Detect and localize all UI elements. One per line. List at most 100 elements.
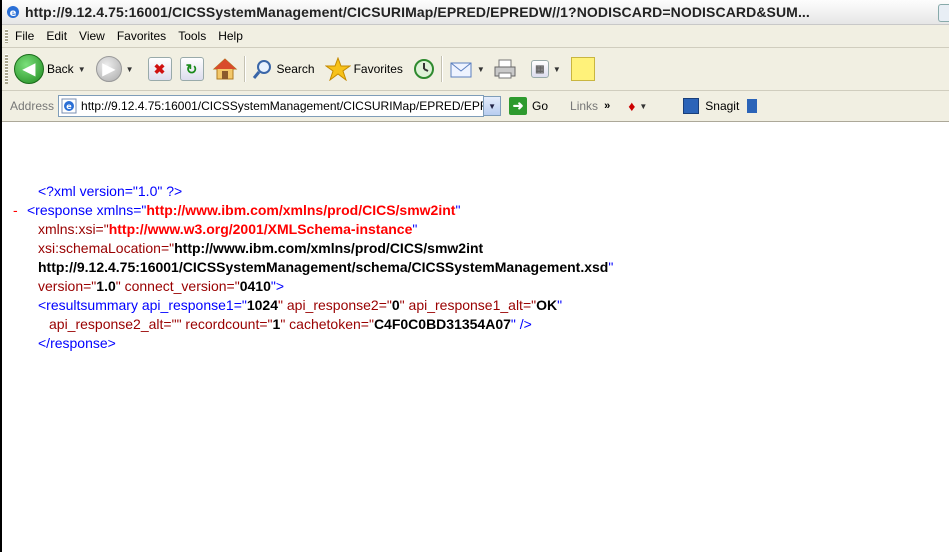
address-bar: Address e http://9.12.4.75:16001/CICSSys… [2, 91, 949, 122]
address-input[interactable]: e http://9.12.4.75:16001/CICSSystemManag… [58, 95, 485, 117]
title-bar: e http://9.12.4.75:16001/CICSSystemManag… [2, 0, 949, 25]
back-dropdown-icon[interactable]: ▼ [78, 65, 86, 74]
home-icon [212, 58, 237, 80]
ie-icon: e [7, 6, 19, 19]
address-label: Address [10, 99, 55, 113]
star-icon [324, 57, 351, 81]
edit-page-icon: ▦ [530, 60, 549, 78]
edit-button[interactable]: ▦ ▼ [530, 60, 561, 78]
search-button[interactable]: Search [252, 58, 315, 80]
xml-token: " api_response1_alt=" [399, 297, 537, 313]
forward-dropdown-icon[interactable]: ▼ [126, 65, 134, 74]
search-icon [252, 60, 271, 79]
menu-favorites[interactable]: Favorites [117, 29, 166, 43]
go-arrow-icon[interactable]: ➜ [509, 97, 528, 115]
xml-token: " /> [510, 316, 532, 332]
xml-schema-url: http://9.12.4.75:16001/CICSSystemManagem… [38, 259, 609, 275]
mail-dropdown-icon[interactable]: ▼ [477, 65, 485, 74]
xml-api-response1-alt-value: OK [536, 297, 558, 313]
xml-token: version=" [38, 278, 97, 294]
toolbar-grip [5, 54, 8, 84]
svg-text:e: e [66, 102, 72, 111]
xml-xsi-value: http://www.w3.org/2001/XMLSchema-instanc… [108, 221, 413, 237]
back-label: Back [47, 62, 74, 76]
forward-arrow-icon: ▶ [95, 56, 122, 82]
history-icon [413, 59, 434, 79]
xml-token: <resultsummary api_response1=" [38, 297, 247, 313]
toolbar-grip [5, 29, 8, 43]
browser-window: e http://9.12.4.75:16001/CICSSystemManag… [0, 0, 949, 552]
window-title: http://9.12.4.75:16001/CICSSystemManagem… [25, 4, 810, 20]
go-button[interactable]: Go [532, 99, 548, 113]
xml-token: <response xmlns=" [27, 202, 147, 218]
snagit-icon[interactable] [683, 98, 700, 114]
printer-icon [494, 59, 516, 79]
xml-token: api_response2_alt="" recordcount=" [49, 316, 273, 332]
refresh-icon: ↻ [179, 57, 204, 81]
xml-token: " [608, 259, 614, 275]
edit-dropdown-icon[interactable]: ▼ [553, 65, 561, 74]
xml-version-line: version="1.0" connect_version="0410"> [38, 277, 284, 296]
xml-namespace-value: http://www.ibm.com/xmlns/prod/CICS/smw2i… [146, 202, 456, 218]
print-button[interactable] [493, 58, 517, 80]
back-button[interactable]: ◀ Back ▼ [14, 54, 86, 84]
refresh-button[interactable]: ↻ [179, 57, 204, 81]
back-arrow-icon: ◀ [14, 54, 44, 84]
acrobat-icon[interactable]: ♦ [628, 98, 635, 114]
address-value: http://9.12.4.75:16001/CICSSystemManagem… [81, 99, 485, 113]
stop-button[interactable]: ✖ [147, 57, 172, 81]
mail-icon [450, 62, 472, 78]
xml-version-value: 1.0 [96, 278, 116, 294]
xml-content: <?xml version="1.0" ?> - <response xmlns… [2, 122, 949, 552]
history-button[interactable] [413, 58, 435, 80]
xml-token: " connect_version=" [115, 278, 240, 294]
xml-declaration: <?xml version="1.0" ?> [38, 183, 183, 199]
mail-button[interactable]: ▼ [449, 58, 485, 80]
chevron-right-icon[interactable]: » [604, 100, 610, 112]
xml-cachetoken-value: C4F0C0BD31354A07 [373, 316, 511, 332]
toolbar-separator [243, 56, 246, 82]
xml-schema-value: http://www.ibm.com/xmlns/prod/CICS/smw2i… [174, 240, 484, 256]
acrobat-dropdown-icon[interactable]: ▼ [639, 102, 647, 111]
address-dropdown-icon[interactable]: ▼ [483, 96, 502, 116]
page-icon: e [61, 98, 77, 114]
snagit-button[interactable]: Snagit [705, 99, 739, 113]
svg-text:e: e [10, 8, 17, 19]
xml-token: "> [270, 278, 285, 294]
search-label: Search [276, 62, 315, 76]
favorites-label: Favorites [353, 62, 403, 76]
minimize-button[interactable] [938, 4, 949, 22]
menu-tools[interactable]: Tools [178, 29, 206, 43]
xml-api-response2-value: 0 [391, 297, 400, 313]
xml-schema-url-line: http://9.12.4.75:16001/CICSSystemManagem… [38, 258, 613, 277]
standard-toolbar: ◀ Back ▼ ▶ ▼ ✖ ↻ Search Favorites ▼ ▦ ▼ [2, 48, 949, 91]
xml-token: " api_response2=" [278, 297, 392, 313]
xml-resultsummary-line2: api_response2_alt="" recordcount="1" cac… [49, 315, 532, 334]
home-button[interactable] [212, 57, 238, 81]
forward-button[interactable]: ▶ ▼ [95, 56, 134, 82]
xml-token: " [455, 202, 461, 218]
xml-resultsummary-line: <resultsummary api_response1="1024" api_… [38, 296, 562, 315]
snagit-extra-icon[interactable] [747, 99, 758, 113]
favorites-button[interactable]: Favorites [324, 57, 403, 81]
links-label[interactable]: Links [570, 99, 598, 113]
xml-schemalocation-line: xsi:schemaLocation="http://www.ibm.com/x… [38, 239, 483, 258]
xml-response-close: </response> [38, 335, 116, 351]
menu-file[interactable]: File [15, 29, 34, 43]
menu-bar: File Edit View Favorites Tools Help [2, 25, 949, 48]
toolbar-separator [440, 56, 443, 82]
notes-button[interactable] [570, 57, 595, 81]
xml-token: " [412, 221, 418, 237]
xml-token: xmlns:xsi=" [38, 221, 109, 237]
sticky-note-icon [570, 57, 595, 81]
xml-connect-version-value: 0410 [239, 278, 271, 294]
xml-response-open: <response xmlns="http://www.ibm.com/xmln… [27, 201, 460, 220]
collapse-toggle[interactable]: - [13, 201, 18, 220]
menu-help[interactable]: Help [218, 29, 243, 43]
stop-icon: ✖ [147, 57, 172, 81]
xml-token: " [557, 297, 563, 313]
xml-token: xsi:schemaLocation=" [38, 240, 175, 256]
menu-view[interactable]: View [79, 29, 105, 43]
xml-xsi-line: xmlns:xsi="http://www.w3.org/2001/XMLSch… [38, 220, 417, 239]
menu-edit[interactable]: Edit [46, 29, 67, 43]
